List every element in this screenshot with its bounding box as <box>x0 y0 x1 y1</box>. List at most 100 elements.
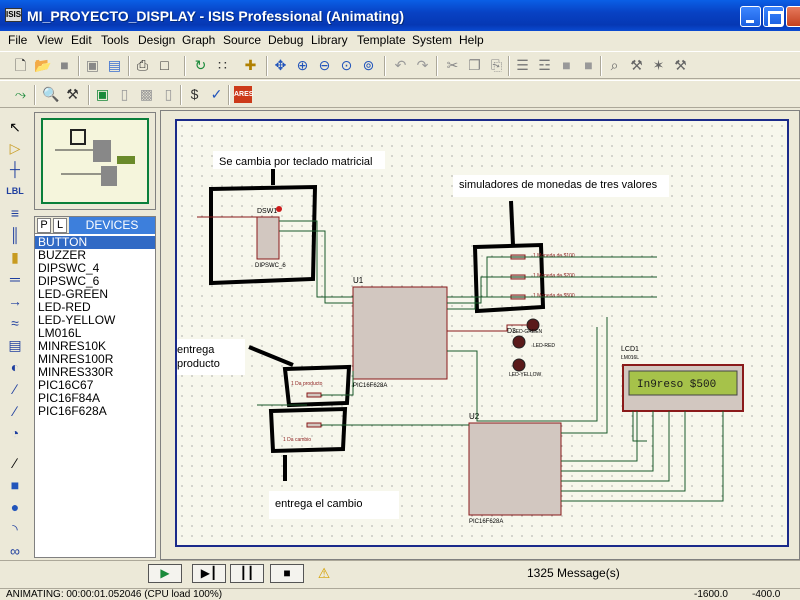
led-name-label: LED-YELLOW <box>509 372 542 378</box>
menu-source[interactable]: Source <box>223 33 261 47</box>
search-icon[interactable]: 🔍 <box>42 86 59 103</box>
export-icon[interactable]: ▤ <box>106 57 123 74</box>
overview-sheet-preview[interactable] <box>41 118 149 204</box>
led-red[interactable] <box>512 335 526 349</box>
menu-design[interactable]: Design <box>138 33 175 47</box>
refresh-icon[interactable]: ↻ <box>192 57 209 74</box>
open-folder-icon[interactable]: 📂 <box>34 57 51 74</box>
exit-to-parent-icon[interactable]: ▯ <box>160 86 177 103</box>
menu-library[interactable]: Library <box>311 33 348 47</box>
maximize-button[interactable] <box>763 6 784 27</box>
dsw-part: DIPSWC_6 <box>255 263 286 269</box>
redo-icon[interactable]: ↷ <box>414 57 431 74</box>
u1-part: PIC16F628A <box>353 383 387 389</box>
menu-debug[interactable]: Debug <box>268 33 303 47</box>
device-item[interactable]: PIC16F628A <box>35 405 155 418</box>
wire-label-icon[interactable]: LBL <box>6 182 24 200</box>
schematic-sheet[interactable]: Se cambia por teclado matricial simulado… <box>175 119 789 547</box>
menu-system[interactable]: System <box>412 33 452 47</box>
editing-window[interactable]: Se cambia por teclado matricial simulado… <box>160 110 800 560</box>
save-icon[interactable]: ■ <box>56 57 73 74</box>
block-delete-icon[interactable]: ■ <box>580 57 597 74</box>
block-rotate-icon[interactable]: ■ <box>558 57 575 74</box>
title-bar[interactable]: ISIS MI_PROYECTO_DISPLAY - ISIS Professi… <box>0 0 800 31</box>
devices-title: DEVICES <box>69 217 155 234</box>
arc-icon[interactable]: ◝ <box>6 520 24 538</box>
virtual-instrument-icon[interactable]: ◔ <box>6 424 24 442</box>
import-icon[interactable]: ▣ <box>84 57 101 74</box>
new-sheet-icon[interactable]: ▯ <box>116 86 133 103</box>
u1-chip[interactable] <box>352 286 448 380</box>
pan-icon[interactable]: ✥ <box>272 57 289 74</box>
stop-button[interactable]: ■ <box>270 564 304 583</box>
text-script-icon[interactable]: ≡ <box>6 204 24 222</box>
tape-recorder-icon[interactable]: ▤ <box>6 336 24 354</box>
circle-icon[interactable]: ● <box>6 498 24 516</box>
product-button[interactable] <box>306 392 322 398</box>
remove-sheet-icon[interactable]: ▩ <box>138 86 155 103</box>
property-assignment-icon[interactable]: ⚒ <box>64 86 81 103</box>
menu-graph[interactable]: Graph <box>182 33 215 47</box>
pause-button[interactable]: ┃┃ <box>230 564 264 583</box>
cut-icon[interactable]: ✂ <box>444 57 461 74</box>
current-probe-icon[interactable]: ∕ <box>6 402 24 420</box>
voltage-probe-icon[interactable]: ∕ <box>6 380 24 398</box>
menu-template[interactable]: Template <box>357 33 406 47</box>
warning-icon[interactable]: ⚠ <box>315 565 333 581</box>
step-button[interactable]: ▶┃ <box>192 564 226 583</box>
dip-switch[interactable] <box>256 216 280 260</box>
device-pins-icon[interactable]: → <box>6 292 24 310</box>
box-icon[interactable]: ■ <box>6 476 24 494</box>
new-file-icon[interactable]: 🗋 <box>12 57 29 74</box>
path-icon[interactable]: ∞ <box>6 542 24 560</box>
u2-chip[interactable] <box>468 422 562 516</box>
block-move-icon[interactable]: ☲ <box>536 57 553 74</box>
make-device-icon[interactable]: ⚒ <box>628 57 645 74</box>
subcircuit-icon[interactable]: ▮ <box>6 248 24 266</box>
print-area-icon[interactable]: □ <box>156 57 173 74</box>
paste-icon[interactable]: ⎘ <box>488 57 505 74</box>
isis-app-icon[interactable]: ISIS <box>5 8 22 22</box>
menu-edit[interactable]: Edit <box>71 33 92 47</box>
library-tab[interactable]: L <box>53 218 67 233</box>
minimize-button[interactable] <box>740 6 761 27</box>
zoom-area-icon[interactable]: ⊚ <box>360 57 377 74</box>
wire-autorouter-icon[interactable]: ⤳ <box>12 86 29 103</box>
selection-mode-icon[interactable]: ↖ <box>6 118 24 136</box>
electrical-rules-icon[interactable]: ✓ <box>208 86 225 103</box>
component-mode-icon[interactable]: ▷ <box>6 139 24 157</box>
package-icon[interactable]: ✶ <box>650 57 667 74</box>
menu-help[interactable]: Help <box>459 33 484 47</box>
zoom-in-icon[interactable]: ⊕ <box>294 57 311 74</box>
led-name-label: LED-RED <box>533 343 555 349</box>
undo-icon[interactable]: ↶ <box>392 57 409 74</box>
message-count[interactable]: 1325 Message(s) <box>527 566 620 580</box>
pick-devices-tab[interactable]: P <box>37 218 51 233</box>
bus-icon[interactable]: ║ <box>6 226 24 244</box>
block-copy-icon[interactable]: ☰ <box>514 57 531 74</box>
copy-icon[interactable]: ❐ <box>466 57 483 74</box>
junction-dot-icon[interactable]: ┼ <box>6 160 24 178</box>
led-yellow[interactable] <box>512 358 526 372</box>
overview-window[interactable] <box>34 112 156 210</box>
decompose-icon[interactable]: ⚒ <box>672 57 689 74</box>
change-button[interactable] <box>306 422 322 428</box>
graph-icon[interactable]: ≈ <box>6 314 24 332</box>
line-icon[interactable]: ∕ <box>6 454 24 472</box>
menu-tools[interactable]: Tools <box>101 33 129 47</box>
origin-icon[interactable]: ✚ <box>242 57 259 74</box>
play-button[interactable]: ▶ <box>148 564 182 583</box>
zoom-out-icon[interactable]: ⊖ <box>316 57 333 74</box>
close-button[interactable] <box>786 6 800 27</box>
terminals-icon[interactable]: ═ <box>6 270 24 288</box>
bill-of-materials-icon[interactable]: $ <box>186 86 203 103</box>
pick-device-icon[interactable]: ⌕ <box>606 57 623 74</box>
grid-icon[interactable]: ∷ <box>214 57 231 74</box>
menu-file[interactable]: File <box>8 33 27 47</box>
print-icon[interactable]: ⎙ <box>134 57 151 74</box>
generator-icon[interactable]: ◐ <box>6 358 24 376</box>
design-explorer-icon[interactable]: ▣ <box>94 86 111 103</box>
zoom-all-icon[interactable]: ⊙ <box>338 57 355 74</box>
ares-icon[interactable]: ARES <box>234 86 253 103</box>
menu-view[interactable]: View <box>37 33 63 47</box>
